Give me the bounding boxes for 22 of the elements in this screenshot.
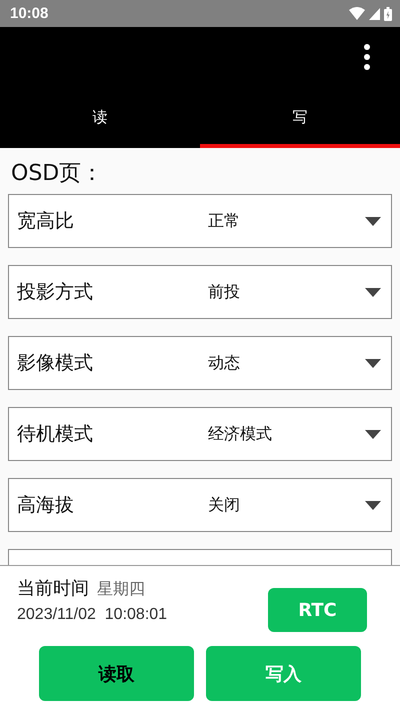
- tab[interactable]: 读: [0, 87, 200, 148]
- wifi-icon: [349, 7, 365, 20]
- more-menu-icon[interactable]: [364, 44, 370, 70]
- datetime-text: 2023/11/02 10:08:01: [17, 606, 168, 624]
- status-time: 10:08: [10, 5, 48, 22]
- dropdown-arrow-icon: [365, 500, 381, 510]
- dropdown[interactable]: 影像模式 动态: [8, 336, 392, 390]
- dropdown-arrow-icon: [365, 430, 381, 438]
- signal-icon: [369, 8, 380, 20]
- time-label: 当前时间: [17, 577, 89, 600]
- read-button[interactable]: 读取: [39, 646, 194, 701]
- dropdown-arrow-icon: [365, 288, 381, 296]
- battery-icon: [384, 6, 392, 20]
- dropdown[interactable]: 投影方式 前投: [8, 265, 392, 319]
- dropdown-arrow-icon: [365, 216, 381, 226]
- dropdown-arrow-icon: [365, 358, 381, 368]
- dropdown[interactable]: 宽高比 正常: [8, 194, 392, 248]
- dropdown[interactable]: 待机模式 经济模式: [8, 407, 392, 461]
- dropdown[interactable]: 高海拔 关闭: [8, 478, 392, 532]
- section-title: OSD页：: [10, 160, 104, 188]
- tab[interactable]: 写: [200, 87, 400, 148]
- weekday-text: 星期四: [97, 579, 145, 600]
